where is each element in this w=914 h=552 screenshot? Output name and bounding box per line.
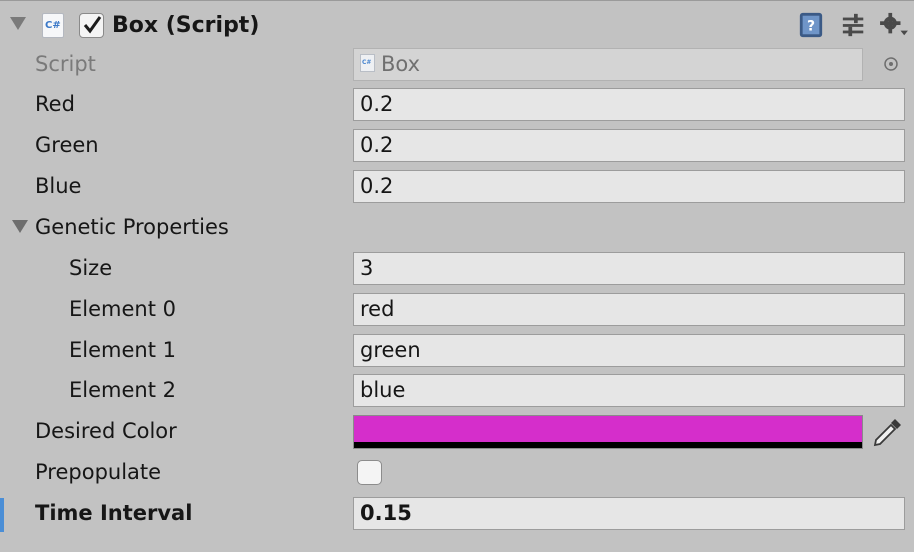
desired-color-label: Desired Color (35, 419, 177, 443)
script-object-field[interactable]: C# Box (353, 48, 863, 81)
element-0-label: Element 0 (69, 297, 176, 321)
modified-indicator (0, 498, 4, 532)
red-input[interactable]: 0.2 (353, 88, 905, 121)
prepopulate-checkbox[interactable] (357, 460, 382, 485)
presets-icon[interactable] (839, 12, 869, 38)
eyedropper-icon[interactable] (871, 415, 905, 449)
blue-input[interactable]: 0.2 (353, 170, 905, 203)
component-enabled-checkbox[interactable] (79, 13, 104, 38)
alpha-bar (354, 442, 862, 448)
genetic-properties-foldout-icon[interactable] (12, 220, 28, 233)
foldout-arrow-icon[interactable] (10, 17, 26, 30)
time-interval-input[interactable]: 0.15 (353, 497, 905, 530)
svg-text:?: ? (807, 19, 815, 35)
element-2-label: Element 2 (69, 378, 176, 402)
checkmark-icon (83, 16, 102, 34)
element-1-label: Element 1 (69, 338, 176, 362)
prepopulate-label: Prepopulate (35, 460, 162, 484)
blue-label: Blue (35, 174, 82, 198)
script-label: Script (35, 52, 96, 76)
script-value: Box (381, 52, 421, 76)
inspector-component-panel: C# Box (Script) ? Script C# Box Red 0.2 … (0, 0, 914, 552)
help-book-icon[interactable]: ? (796, 12, 826, 38)
time-interval-label: Time Interval (35, 501, 193, 525)
green-label: Green (35, 133, 99, 157)
genetic-properties-label[interactable]: Genetic Properties (35, 212, 229, 242)
red-label: Red (35, 92, 75, 116)
csharp-script-icon: C# (360, 54, 375, 72)
size-input[interactable]: 3 (353, 252, 905, 285)
element-1-input[interactable]: green (353, 334, 905, 367)
desired-color-swatch[interactable] (353, 415, 863, 449)
component-header[interactable]: C# Box (Script) ? (0, 1, 914, 45)
size-label: Size (69, 256, 113, 280)
element-2-input[interactable]: blue (353, 374, 905, 407)
component-title: Box (Script) (112, 13, 260, 38)
csharp-script-icon: C# (42, 13, 64, 38)
gear-icon[interactable] (877, 12, 911, 38)
element-0-input[interactable]: red (353, 293, 905, 326)
green-input[interactable]: 0.2 (353, 129, 905, 162)
object-picker-icon[interactable] (881, 54, 901, 74)
